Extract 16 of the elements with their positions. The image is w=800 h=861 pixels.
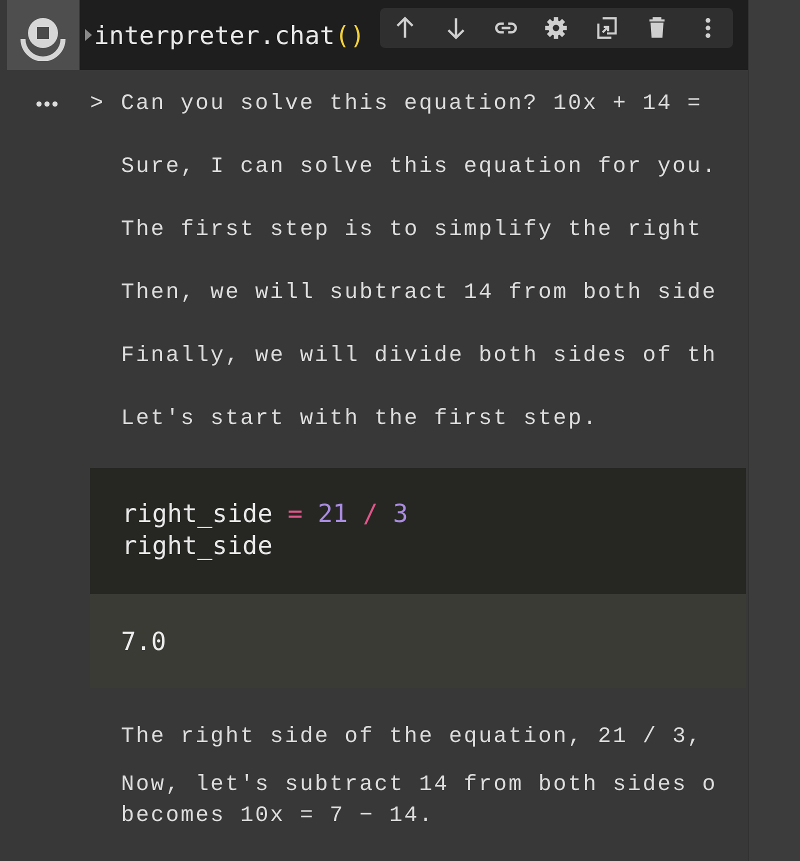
response-text: Now, let's subtract 14 from both sides o becomes 10x = 7 − 14. <box>121 770 718 830</box>
response-text: The first step is to simplify the right <box>121 216 702 244</box>
response-text: The right side of the equation, 21 / 3, <box>121 723 702 751</box>
code-line: right_side = 21 / 3 <box>122 498 410 530</box>
ellipsis-icon[interactable] <box>36 100 58 106</box>
output-text: 7.0 <box>121 626 166 656</box>
prompt-symbol: > <box>90 91 105 116</box>
code-line: interpreter.chat() <box>94 20 365 50</box>
response-text: Finally, we will divide both sides of th <box>121 342 718 370</box>
user-message: Can you solve this equation? 10x + 14 = <box>120 91 702 116</box>
run-button[interactable] <box>7 0 79 70</box>
code-line: right_side <box>122 530 274 562</box>
response-text: Let's start with the first step. <box>121 405 598 433</box>
response-text: Sure, I can solve this equation for you. <box>121 153 718 181</box>
response-text: Then, we will subtract 14 from both side <box>121 279 718 307</box>
collapse-icon[interactable] <box>85 29 92 41</box>
